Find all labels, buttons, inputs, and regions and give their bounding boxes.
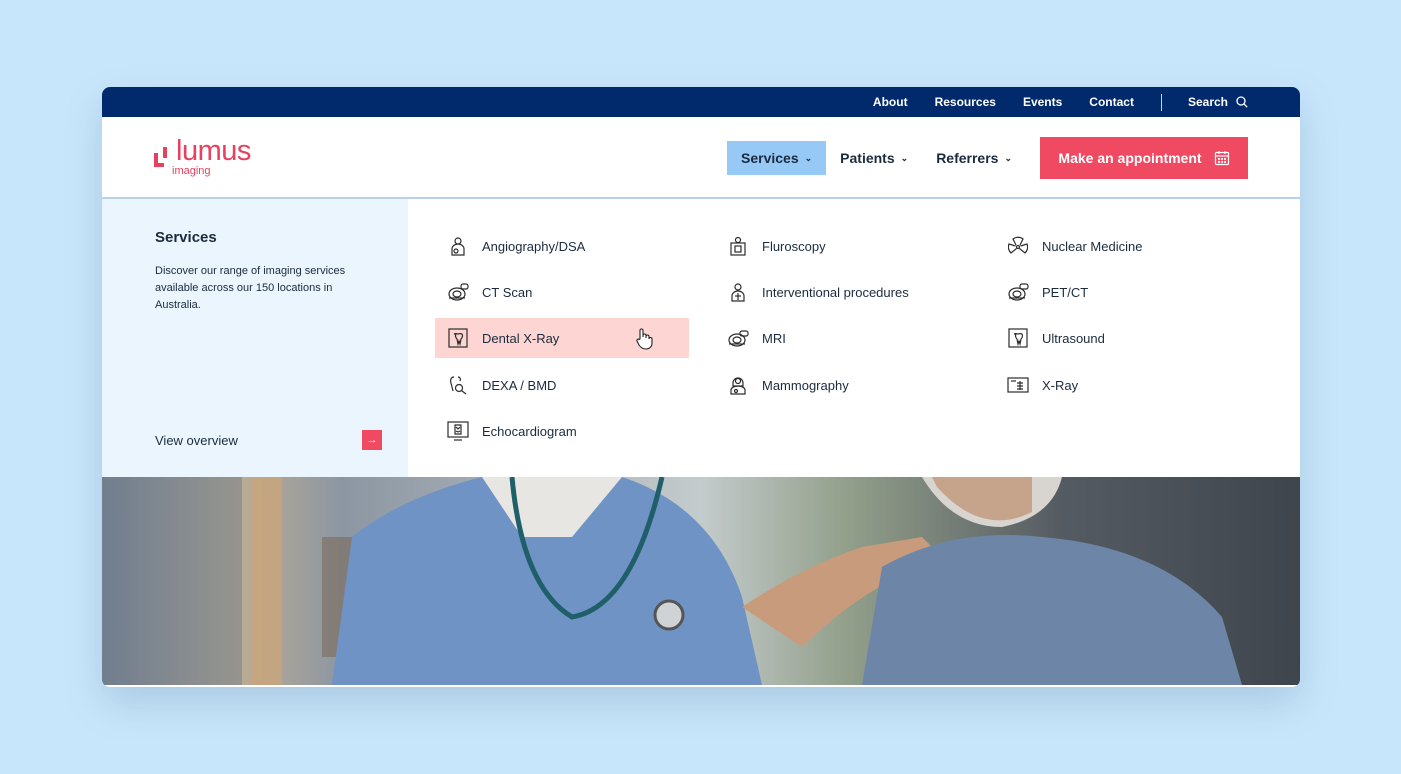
mega-menu-description: Discover our range of imaging services a… (155, 265, 346, 311)
nav-referrers[interactable]: Referrers ⌄ (922, 141, 1026, 175)
view-overview-link[interactable]: View overview → (155, 430, 382, 450)
mega-menu-title: Services (155, 229, 217, 246)
arrow-right-icon: → (362, 430, 382, 450)
ultrasound-icon (1007, 327, 1029, 349)
main-nav: Services ⌄ Patients ⌄ Referrers ⌄ Make a… (727, 137, 1248, 179)
utility-link-contact[interactable]: Contact (1089, 95, 1134, 109)
utility-link-resources[interactable]: Resources (935, 95, 996, 109)
search-label: Search (1187, 95, 1228, 109)
chevron-down-icon: ⌄ (804, 152, 813, 163)
search-button[interactable]: Search (1188, 95, 1248, 109)
xray-icon (1007, 374, 1029, 396)
pet-ct-icon (1007, 281, 1029, 303)
service-mammography[interactable]: Mammography (715, 365, 969, 405)
service-xray[interactable]: X-Ray (995, 365, 1249, 405)
make-appointment-button[interactable]: Make an appointment (1040, 137, 1248, 179)
angiography-icon (447, 235, 469, 257)
dental-xray-icon (447, 327, 469, 349)
service-ultrasound[interactable]: Ultrasound (995, 318, 1249, 358)
logo-mark-icon (154, 144, 170, 167)
service-nuclear-medicine[interactable]: Nuclear Medicine (995, 226, 1249, 266)
interventional-icon (727, 281, 749, 303)
service-angiography[interactable]: Angiography/DSA (435, 226, 689, 266)
logo-word: lumus (176, 135, 251, 167)
site-header: lumus imaging Services ⌄ Patients ⌄ Refe… (102, 117, 1300, 199)
utility-link-about[interactable]: About (873, 95, 908, 109)
mri-icon (727, 327, 749, 349)
utility-bar: About Resources Events Contact Search (102, 87, 1300, 117)
utility-divider (1160, 93, 1162, 111)
echocardiogram-icon (447, 420, 469, 442)
search-icon (1236, 96, 1248, 108)
service-ct-scan[interactable]: CT Scan (435, 272, 689, 312)
service-pet-ct[interactable]: PET/CT (995, 272, 1249, 312)
chevron-down-icon: ⌄ (1004, 152, 1012, 163)
service-echocardiogram[interactable]: Echocardiogram (435, 411, 689, 451)
dexa-icon (447, 374, 469, 396)
fluroscopy-icon (727, 235, 749, 257)
mega-menu-intro: Services Discover our range of imaging s… (102, 199, 408, 477)
service-dexa-bmd[interactable]: DEXA / BMD (435, 365, 689, 405)
utility-link-events[interactable]: Events (1023, 95, 1062, 109)
services-mega-menu: Services Discover our range of imaging s… (102, 199, 1300, 477)
nav-services[interactable]: Services ⌄ (727, 141, 827, 175)
service-interventional[interactable]: Interventional procedures (715, 272, 969, 312)
ct-scan-icon (447, 281, 469, 303)
mammography-icon (727, 374, 749, 396)
hero-photo-illustration (102, 477, 1300, 685)
hand-pointer-icon (635, 328, 653, 353)
service-mri[interactable]: MRI (715, 318, 969, 358)
service-fluroscopy[interactable]: Fluroscopy (715, 226, 969, 266)
lumus-logo[interactable]: lumus imaging (154, 137, 251, 177)
hero-image (102, 477, 1300, 685)
calendar-icon (1214, 151, 1229, 166)
nav-patients[interactable]: Patients ⌄ (826, 141, 922, 175)
browser-window: About Resources Events Contact Search lu… (102, 87, 1300, 687)
services-list: Angiography/DSA CT Scan Dental X-Ray DEX… (408, 199, 1300, 477)
service-dental-xray[interactable]: Dental X-Ray (435, 318, 689, 358)
nuclear-medicine-icon (1007, 235, 1029, 257)
chevron-down-icon: ⌄ (900, 152, 909, 163)
